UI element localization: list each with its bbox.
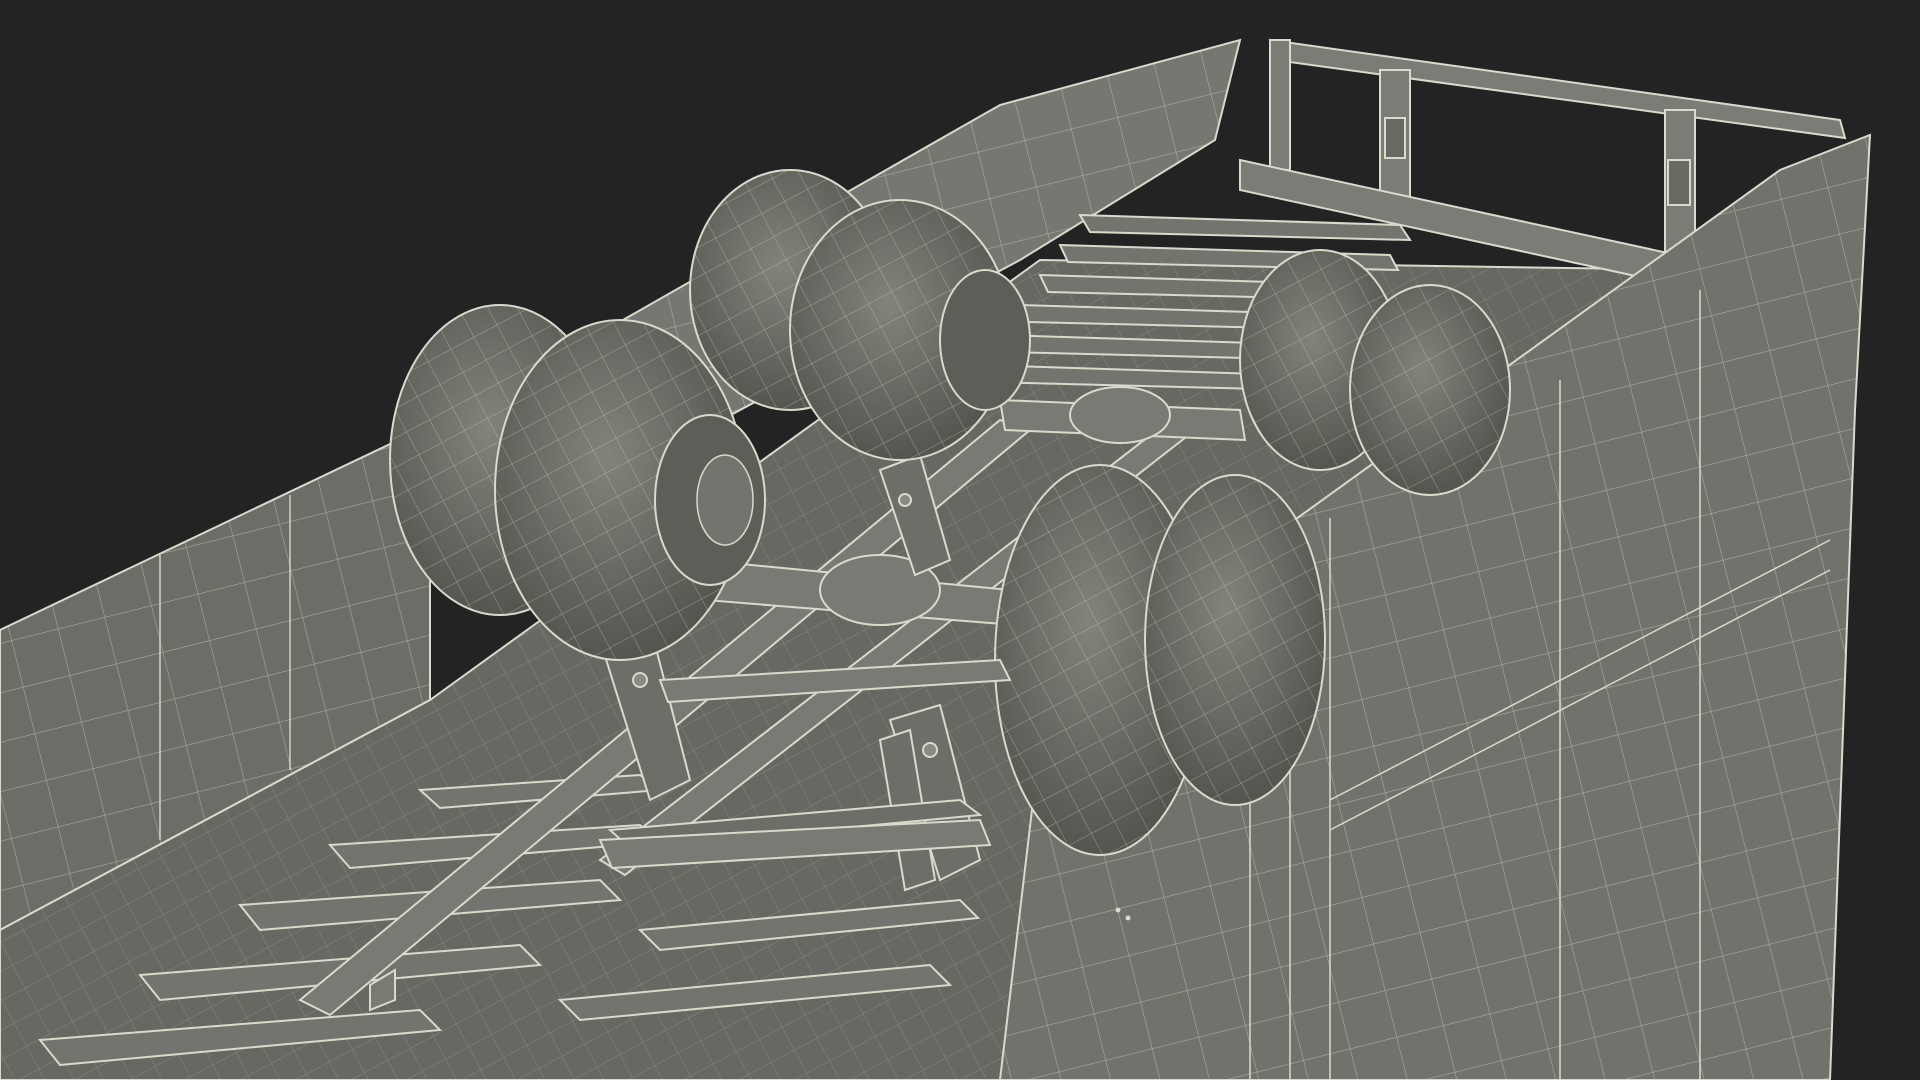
wireframe-render-viewport <box>0 0 1920 1080</box>
trailer-wireframe-render <box>0 38 1872 1080</box>
